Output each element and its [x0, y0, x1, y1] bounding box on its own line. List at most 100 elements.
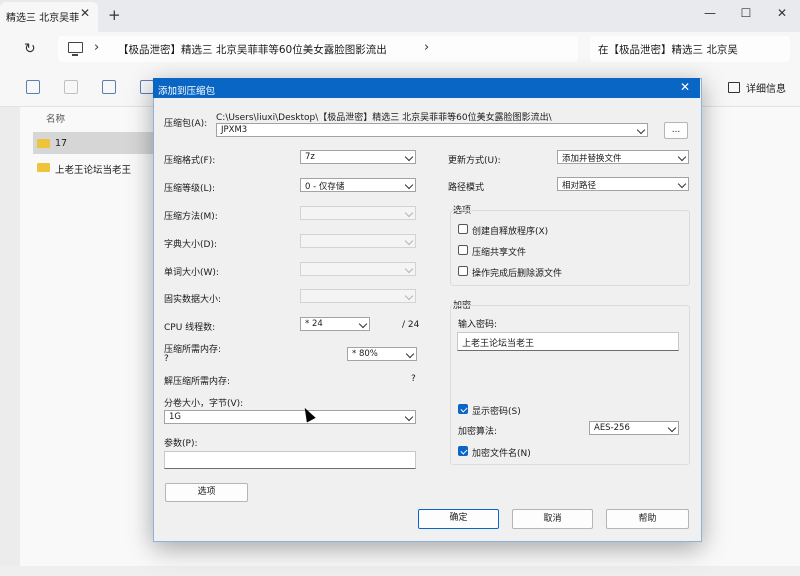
chevron-down-icon	[405, 349, 415, 359]
cpu-threads-value: * 24	[305, 319, 323, 329]
chevron-down-icon	[677, 152, 687, 162]
dialog-title: 添加到压缩包	[158, 86, 216, 97]
shared-checkbox[interactable]	[458, 245, 468, 255]
split-label: 分卷大小，字节(V):	[164, 399, 244, 409]
copy-icon[interactable]	[26, 80, 40, 94]
this-pc-icon-stand	[72, 54, 78, 56]
rename-icon[interactable]	[102, 80, 116, 94]
column-header-name[interactable]: 名称	[46, 111, 65, 125]
mem-label: 压缩所需内存:	[164, 345, 222, 355]
mem-usage-value: * 80%	[352, 349, 378, 359]
refresh-icon[interactable]: ↻	[24, 41, 36, 57]
folder-icon	[37, 163, 50, 172]
tab-title: 精选三 北京吴菲	[6, 13, 80, 24]
enc-method-select[interactable]: AES-256	[589, 421, 679, 435]
level-select[interactable]: 0 - 仅存储	[300, 178, 416, 192]
word-label: 单词大小(W):	[164, 268, 219, 278]
format-value: 7z	[305, 152, 315, 162]
folder-icon	[37, 139, 50, 148]
chevron-right-icon[interactable]: ›	[424, 40, 429, 55]
solid-label: 固实数据大小:	[164, 295, 222, 305]
update-mode-select[interactable]: 添加并替换文件	[557, 150, 689, 164]
chevron-down-icon	[636, 125, 646, 135]
maximize-icon[interactable]: ☐	[731, 2, 761, 24]
mem-value-unknown: ?	[164, 354, 169, 364]
close-window-icon[interactable]: ✕	[767, 2, 797, 24]
archive-path: C:\Users\liuxi\Desktop\【极品泄密】精选三 北京吴菲菲等6…	[216, 113, 552, 123]
search-placeholder: 在【极品泄密】精选三 北京吴	[598, 44, 738, 56]
chevron-down-icon	[404, 152, 414, 162]
chevron-down-icon	[404, 412, 414, 422]
decomp-label: 解压缩所需内存:	[164, 377, 231, 387]
chevron-down-icon	[404, 264, 414, 274]
decomp-value-unknown: ?	[411, 374, 416, 384]
details-button[interactable]: 详细信息	[746, 80, 786, 95]
delete-after-label[interactable]: 操作完成后删除源文件	[472, 266, 562, 279]
solid-select[interactable]	[300, 289, 416, 303]
chevron-down-icon	[404, 291, 414, 301]
path-mode-select[interactable]: 相对路径	[557, 177, 689, 191]
pathmode-label: 路径模式	[448, 183, 485, 193]
cancel-button[interactable]: 取消	[512, 509, 593, 529]
password-label: 输入密码:	[458, 320, 498, 330]
method-select[interactable]	[300, 206, 416, 220]
details-pane-icon	[728, 82, 740, 93]
breadcrumb[interactable]: 【极品泄密】精选三 北京吴菲菲等60位美女露脸图影流出	[118, 42, 387, 57]
cpu-threads-select[interactable]: * 24	[300, 317, 370, 331]
mem-usage-select[interactable]: * 80%	[347, 347, 417, 361]
update-label: 更新方式(U):	[448, 156, 501, 166]
chevron-down-icon	[677, 179, 687, 189]
help-button[interactable]: 帮助	[606, 509, 689, 529]
tab-close-icon[interactable]: ✕	[80, 6, 90, 20]
share-icon[interactable]	[140, 80, 154, 94]
browse-button[interactable]: ...	[664, 122, 688, 139]
chevron-down-icon	[404, 180, 414, 190]
chevron-down-icon	[667, 423, 677, 433]
show-password-label[interactable]: 显示密码(S)	[472, 404, 521, 417]
split-size-combo[interactable]: 1G	[164, 410, 416, 424]
path-mode-value: 相对路径	[562, 181, 597, 191]
cpu-total: / 24	[402, 320, 420, 330]
shared-label[interactable]: 压缩共享文件	[472, 245, 526, 258]
level-value: 0 - 仅存储	[305, 182, 345, 192]
archive-label: 压缩包(A):	[164, 119, 208, 129]
word-select[interactable]	[300, 262, 416, 276]
show-password-checkbox[interactable]	[458, 404, 468, 414]
enc-method-label: 加密算法:	[458, 427, 498, 437]
level-label: 压缩等级(L):	[164, 184, 216, 194]
this-pc-icon	[68, 42, 83, 53]
archive-name-value: JPXM3	[221, 125, 248, 135]
encrypt-names-label[interactable]: 加密文件名(N)	[472, 446, 531, 459]
file-name: 17	[55, 138, 68, 149]
delete-after-checkbox[interactable]	[458, 266, 468, 276]
archive-name-combo[interactable]: JPXM3	[216, 123, 648, 137]
file-row-selected[interactable]	[33, 132, 155, 154]
new-tab-icon[interactable]: +	[108, 6, 121, 24]
dict-label: 字典大小(D):	[164, 240, 217, 250]
split-size-value: 1G	[169, 412, 181, 422]
chevron-down-icon	[358, 319, 368, 329]
dict-select[interactable]	[300, 234, 416, 248]
navigation-pane	[0, 107, 20, 576]
close-icon[interactable]: ✕	[680, 80, 690, 94]
format-select[interactable]: 7z	[300, 150, 416, 164]
password-input[interactable]: 上老王论坛当老王	[457, 332, 679, 351]
chevron-down-icon	[404, 208, 414, 218]
update-mode-value: 添加并替换文件	[562, 154, 622, 164]
chevron-right-icon[interactable]: ›	[94, 40, 99, 55]
minimize-icon[interactable]: —	[695, 2, 725, 24]
enc-method-value: AES-256	[594, 423, 630, 433]
dialog-titlebar[interactable]	[153, 78, 700, 98]
status-bar	[0, 566, 800, 576]
sfx-checkbox[interactable]	[458, 224, 468, 234]
ok-button[interactable]: 确定	[418, 509, 499, 529]
encrypt-names-checkbox[interactable]	[458, 446, 468, 456]
params-input[interactable]	[164, 451, 416, 469]
chevron-down-icon	[404, 236, 414, 246]
file-name[interactable]: 上老王论坛当老王	[55, 162, 131, 176]
paste-icon[interactable]	[64, 80, 78, 94]
options-button[interactable]: 选项	[165, 483, 248, 502]
sfx-label[interactable]: 创建自释放程序(X)	[472, 224, 548, 237]
cpu-label: CPU 线程数:	[164, 323, 216, 333]
params-label: 参数(P):	[164, 439, 198, 449]
